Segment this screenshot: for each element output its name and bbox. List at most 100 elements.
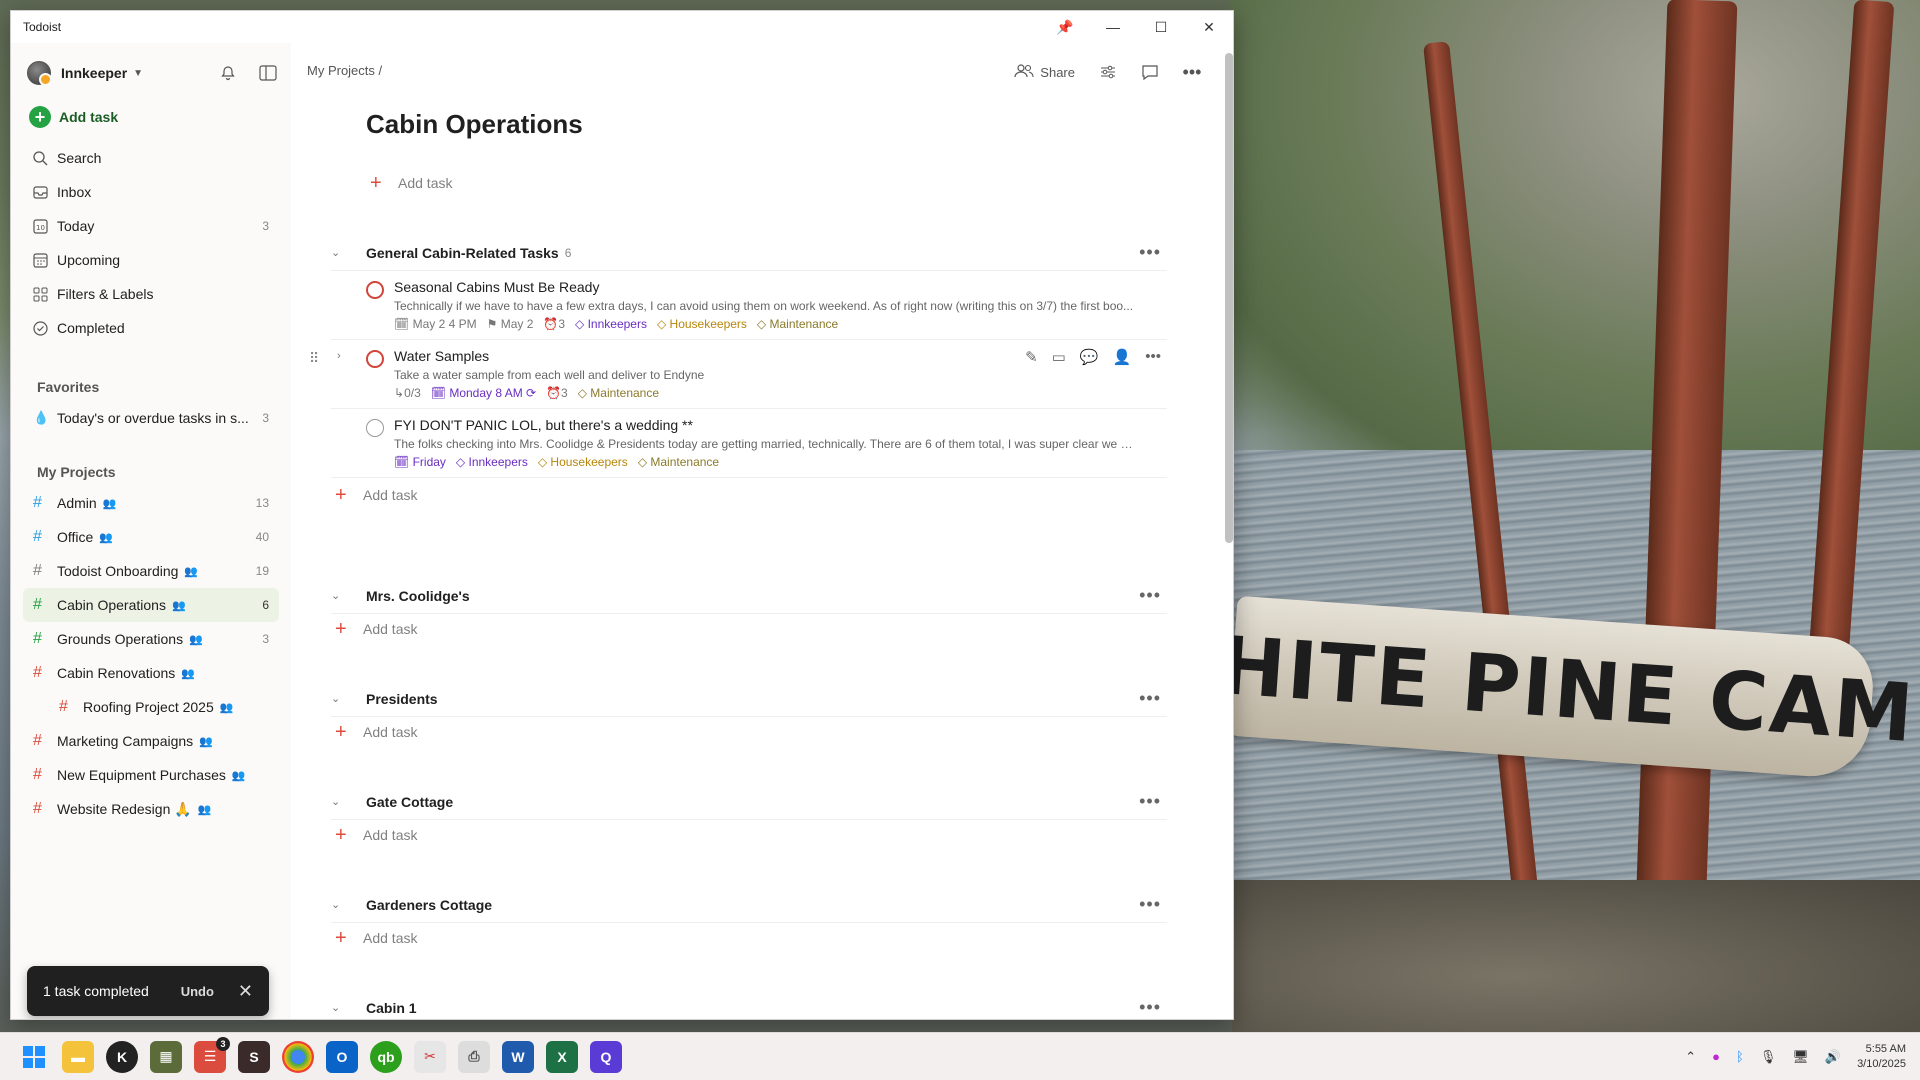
section-add-task-button[interactable]: + Add task xyxy=(331,820,1167,850)
main-scrollbar[interactable] xyxy=(1225,53,1233,543)
app-notebook-icon[interactable]: ▦ xyxy=(150,1040,182,1073)
pin-icon[interactable]: 📌 xyxy=(1041,11,1089,43)
label-maintenance[interactable]: ◇ Maintenance xyxy=(757,317,838,331)
project-admin[interactable]: # Admin 👥 13 xyxy=(23,486,279,520)
network-icon[interactable]: 🖥 xyxy=(1792,1049,1809,1065)
task-item[interactable]: FYI DON'T PANIC LOL, but there's a weddi… xyxy=(331,409,1167,478)
file-explorer-icon[interactable]: ▬ xyxy=(62,1040,94,1073)
nav-search[interactable]: Search xyxy=(23,141,279,175)
comment-icon[interactable]: 💬 xyxy=(1080,348,1099,366)
more-options-icon[interactable]: ••• xyxy=(1177,57,1207,87)
chevron-down-icon[interactable]: ⌄ xyxy=(331,1001,366,1014)
chevron-down-icon[interactable]: ⌄ xyxy=(331,898,366,911)
top-add-task-button[interactable]: + Add task xyxy=(366,168,452,198)
nav-today[interactable]: 10 Today 3 xyxy=(23,209,279,243)
my-projects-heading[interactable]: My Projects xyxy=(37,464,116,480)
chevron-up-icon[interactable]: ⌃ xyxy=(1685,1049,1696,1065)
view-options-icon[interactable] xyxy=(1093,57,1123,87)
excel-icon[interactable]: X xyxy=(546,1040,578,1073)
section-name[interactable]: Gate Cottage xyxy=(366,794,453,810)
project-cabin-renovations[interactable]: # Cabin Renovations 👥 xyxy=(23,656,279,690)
edit-icon[interactable]: ✎ xyxy=(1025,348,1038,366)
project-marketing-campaigns[interactable]: # Marketing Campaigns 👥 xyxy=(23,724,279,758)
project-new-equipment-purchases[interactable]: # New Equipment Purchases 👥 xyxy=(23,758,279,792)
section-more-icon[interactable]: ••• xyxy=(1139,997,1161,1018)
chrome-icon[interactable] xyxy=(282,1040,314,1073)
project-roofing-project-2025[interactable]: # Roofing Project 2025 👥 xyxy=(23,690,279,724)
nav-upcoming[interactable]: Upcoming xyxy=(23,243,279,277)
chevron-down-icon[interactable]: ⌄ xyxy=(331,246,366,259)
sidebar-toggle-icon[interactable] xyxy=(253,58,283,88)
section-add-task-button[interactable]: + Add task xyxy=(331,614,1167,644)
volume-icon[interactable]: 🔊 xyxy=(1825,1049,1841,1065)
breadcrumb[interactable]: My Projects / xyxy=(307,63,382,78)
drag-handle-icon[interactable]: ⠿ xyxy=(309,350,319,367)
label-maintenance[interactable]: ◇ Maintenance xyxy=(578,386,659,400)
task-checkbox[interactable] xyxy=(366,350,384,368)
chevron-down-icon[interactable]: ⌄ xyxy=(331,692,366,705)
project-website-redesign[interactable]: # Website Redesign 🙏 👥 xyxy=(23,792,279,826)
quickbooks-icon[interactable]: qb xyxy=(370,1040,402,1073)
project-cabin-operations[interactable]: # Cabin Operations 👥 6 xyxy=(23,588,279,622)
section-more-icon[interactable]: ••• xyxy=(1139,688,1161,709)
section-name[interactable]: Mrs. Coolidge's xyxy=(366,588,470,604)
word-icon[interactable]: W xyxy=(502,1040,534,1073)
clock[interactable]: 5:55 AM 3/10/2025 xyxy=(1857,1042,1906,1072)
user-menu[interactable]: Innkeeper ▼ xyxy=(27,55,283,91)
app-k-icon[interactable]: K xyxy=(106,1040,138,1073)
nav-filters-labels[interactable]: Filters & Labels xyxy=(23,277,279,311)
section-more-icon[interactable]: ••• xyxy=(1139,894,1161,915)
label-innkeepers[interactable]: ◇ Innkeepers xyxy=(575,317,647,331)
task-item[interactable]: ⠿ › Water Samples Take a water sample fr… xyxy=(309,340,1167,409)
project-todoist-onboarding[interactable]: # Todoist Onboarding 👥 19 xyxy=(23,554,279,588)
outlook-icon[interactable]: O xyxy=(326,1040,358,1073)
label-innkeepers[interactable]: ◇ Innkeepers xyxy=(456,455,528,469)
task-item[interactable]: Seasonal Cabins Must Be Ready Technicall… xyxy=(331,271,1167,340)
project-grounds-operations[interactable]: # Grounds Operations 👥 3 xyxy=(23,622,279,656)
bell-icon[interactable] xyxy=(213,58,243,88)
close-button[interactable]: ✕ xyxy=(1185,11,1233,43)
comments-icon[interactable] xyxy=(1135,57,1165,87)
section-add-task-button[interactable]: + Add task xyxy=(331,717,1167,747)
app-q-icon[interactable]: Q xyxy=(590,1040,622,1073)
undo-button[interactable]: Undo xyxy=(181,984,214,999)
section-name[interactable]: Cabin 1 xyxy=(366,1000,417,1016)
task-checkbox[interactable] xyxy=(366,281,384,299)
assign-icon[interactable]: 👤 xyxy=(1113,348,1132,366)
project-office[interactable]: # Office 👥 40 xyxy=(23,520,279,554)
label-maintenance[interactable]: ◇ Maintenance xyxy=(638,455,719,469)
nav-completed[interactable]: Completed xyxy=(23,311,279,345)
close-icon[interactable]: ✕ xyxy=(238,981,253,1002)
section-add-task-button[interactable]: + Add task xyxy=(331,480,1167,510)
app-s-icon[interactable]: S xyxy=(238,1040,270,1073)
printer-icon[interactable]: ⎙ xyxy=(458,1040,490,1073)
task-more-icon[interactable]: ••• xyxy=(1145,348,1161,366)
copilot-icon[interactable]: ● xyxy=(1712,1049,1720,1064)
nav-inbox[interactable]: Inbox xyxy=(23,175,279,209)
minimize-button[interactable]: — xyxy=(1089,11,1137,43)
snipping-tool-icon[interactable]: ✂ xyxy=(414,1040,446,1073)
section-more-icon[interactable]: ••• xyxy=(1139,242,1161,263)
share-button[interactable]: Share xyxy=(1008,60,1081,85)
maximize-button[interactable]: ☐ xyxy=(1137,11,1185,43)
section-more-icon[interactable]: ••• xyxy=(1139,791,1161,812)
favorite-item[interactable]: 💧 Today's or overdue tasks in s... 3 xyxy=(23,401,279,435)
section-add-task-button[interactable]: + Add task xyxy=(331,923,1167,953)
label-housekeepers[interactable]: ◇ Housekeepers xyxy=(538,455,628,469)
task-checkbox[interactable] xyxy=(366,419,384,437)
chevron-down-icon[interactable]: ⌄ xyxy=(331,589,366,602)
todoist-taskbar-icon[interactable]: ☰ 3 xyxy=(194,1036,230,1073)
sidebar-add-task-button[interactable]: + Add task xyxy=(29,106,118,128)
bluetooth-icon[interactable]: ᛒ xyxy=(1736,1049,1744,1064)
section-name[interactable]: Presidents xyxy=(366,691,438,707)
chevron-right-icon[interactable]: › xyxy=(337,350,341,362)
section-more-icon[interactable]: ••• xyxy=(1139,585,1161,606)
favorites-heading[interactable]: Favorites xyxy=(37,379,99,395)
section-name[interactable]: General Cabin-Related Tasks xyxy=(366,245,559,261)
chevron-down-icon[interactable]: ⌄ xyxy=(331,795,366,808)
section-name[interactable]: Gardeners Cottage xyxy=(366,897,492,913)
microphone-icon[interactable]: 🎙 xyxy=(1760,1049,1777,1065)
label-housekeepers[interactable]: ◇ Housekeepers xyxy=(657,317,747,331)
windows-start-icon[interactable] xyxy=(18,1041,50,1073)
schedule-icon[interactable]: ▭ xyxy=(1052,348,1066,366)
